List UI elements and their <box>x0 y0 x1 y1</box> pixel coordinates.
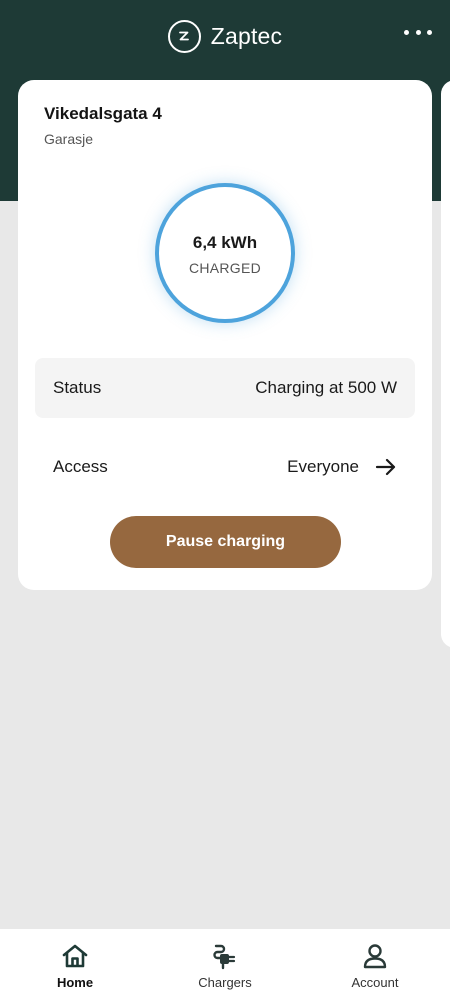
charger-name: Vikedalsgata 4 <box>44 104 162 123</box>
charger-location: Garasje <box>44 131 94 147</box>
arrow-right-icon <box>375 458 396 476</box>
dot-icon <box>404 29 409 35</box>
dot-icon <box>427 29 432 35</box>
status-label: Status <box>53 378 102 397</box>
status-value: Charging at 500 W <box>255 378 397 397</box>
access-value-group: Everyone <box>287 457 397 477</box>
access-label: Access <box>53 457 108 476</box>
charge-progress-ring: 6,4 kWh CHARGED <box>155 183 295 323</box>
status-row: Status Charging at 500 W <box>35 358 415 418</box>
person-icon <box>363 944 387 969</box>
more-options-button[interactable] <box>404 24 432 40</box>
nav-item-chargers[interactable]: Chargers <box>150 929 300 1000</box>
nav-label-home: Home <box>56 975 94 990</box>
home-icon <box>62 944 88 968</box>
pause-charging-button[interactable]: Pause charging <box>110 516 341 568</box>
nav-item-account[interactable]: Account <box>300 929 450 1000</box>
dot-icon <box>415 29 421 35</box>
app-bar: Zaptec <box>0 0 450 72</box>
access-value: Everyone <box>287 457 359 476</box>
energy-charged-caption: CHARGED <box>188 259 262 276</box>
brand-name: Zaptec <box>210 22 283 49</box>
zaptec-z-icon <box>179 31 190 41</box>
access-row[interactable]: Access Everyone <box>35 437 415 497</box>
zaptec-logo-icon <box>167 19 201 53</box>
energy-charged-value: 6,4 kWh <box>192 232 258 252</box>
bottom-navigation: Home Chargers Account <box>0 929 450 1000</box>
nav-item-home[interactable]: Home <box>0 929 150 1000</box>
nav-label-account: Account <box>351 975 399 990</box>
brand: Zaptec <box>167 19 283 53</box>
next-charger-card[interactable] <box>441 80 450 648</box>
charger-plug-icon <box>213 944 236 970</box>
nav-label-chargers: Chargers <box>198 975 252 990</box>
charger-card: Vikedalsgata 4 Garasje 6,4 kWh CHARGED S… <box>18 80 432 590</box>
